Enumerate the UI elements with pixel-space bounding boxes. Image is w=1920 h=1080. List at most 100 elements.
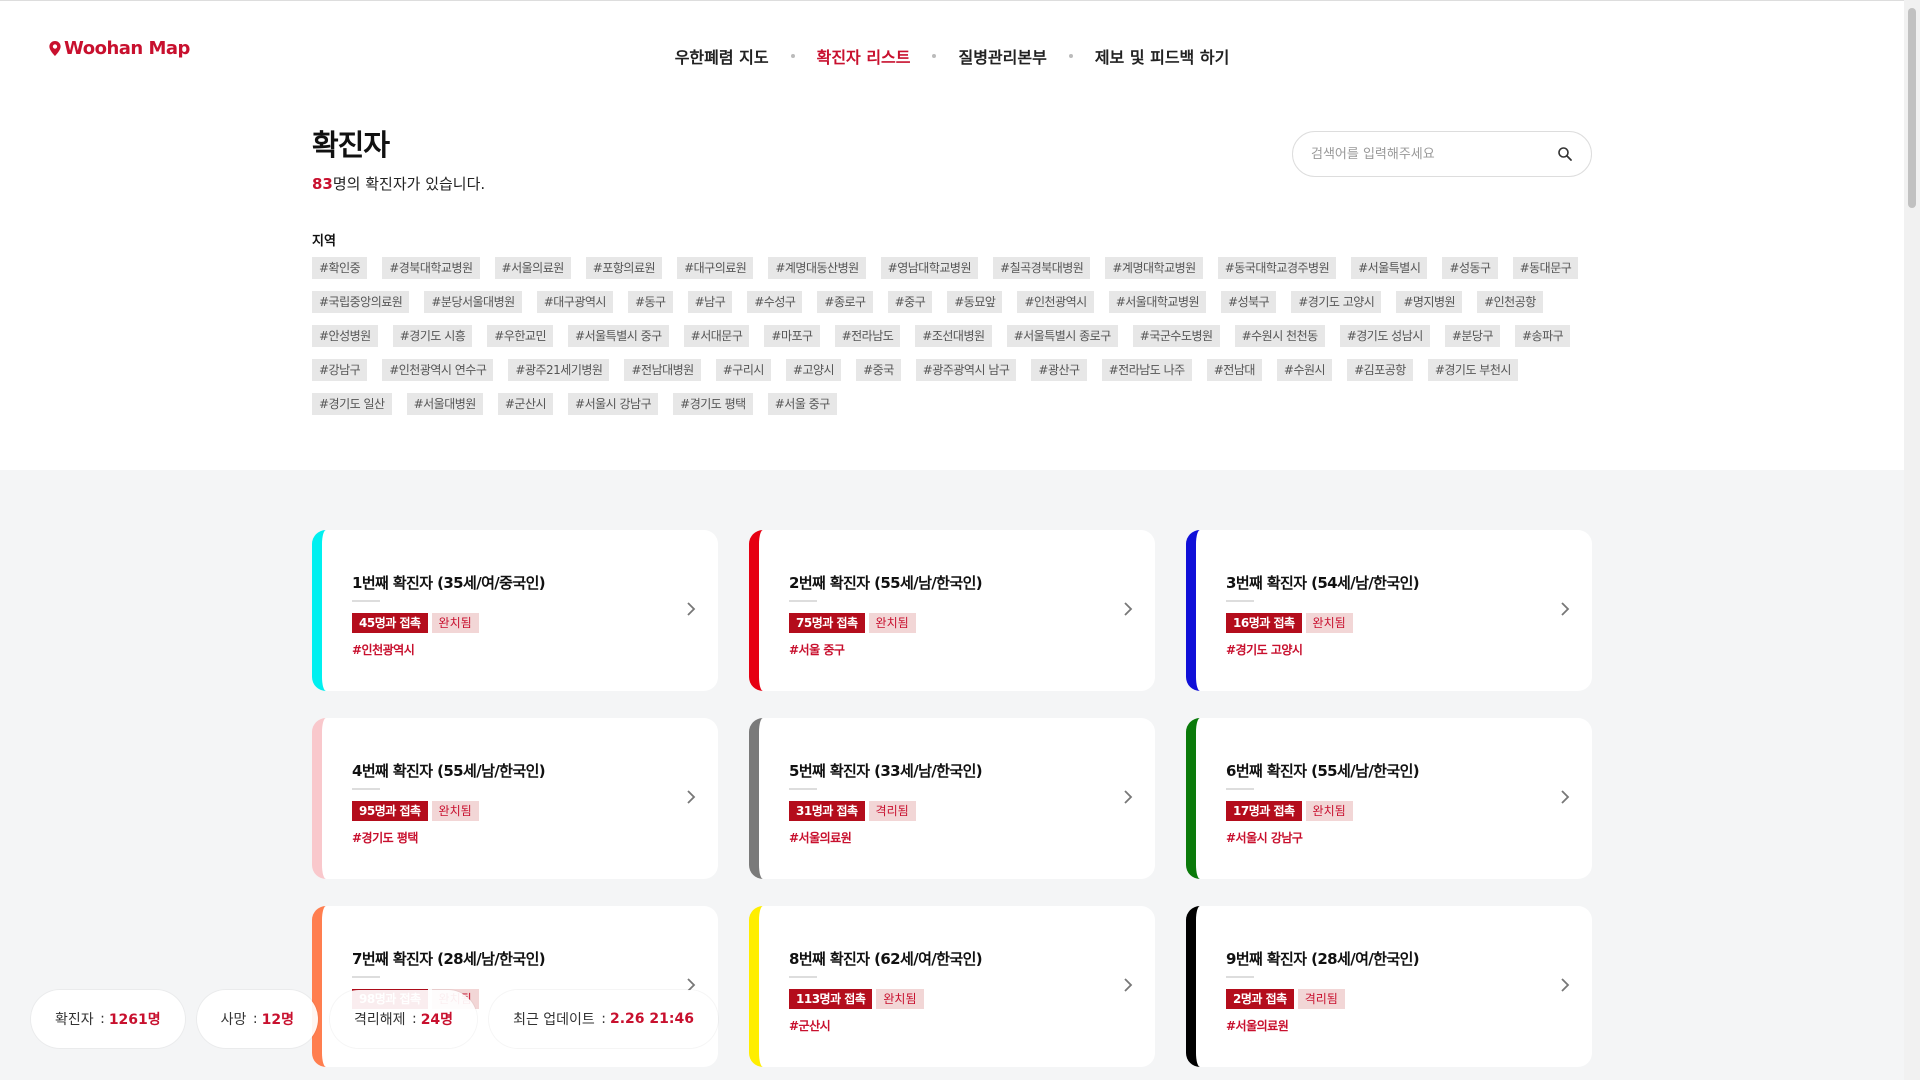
region-tag[interactable]: #성동구 [1442, 257, 1498, 279]
region-tag[interactable]: #대구광역시 [536, 291, 613, 313]
region-tag[interactable]: #수원시 [1276, 359, 1333, 381]
scrollbar[interactable] [1904, 0, 1920, 1080]
patient-region: #군산시 [789, 1019, 831, 1033]
region-tag[interactable]: #광산구 [1031, 359, 1087, 381]
region-tag[interactable]: #구리시 [715, 359, 771, 381]
region-tag[interactable]: #서울 중구 [767, 393, 837, 415]
patient-card[interactable]: 8번째 확진자 (62세/여/한국인) 113명과 접촉 완치됨 #군산시 [749, 906, 1155, 1067]
region-tag[interactable]: #서울대병원 [406, 393, 483, 415]
stat-released-value: 24명 [420, 1012, 454, 1028]
stat-death-value: 12명 [261, 1012, 294, 1028]
region-tag[interactable]: #서울특별시 종로구 [1006, 325, 1118, 347]
region-tag[interactable]: #계명대동산병원 [768, 257, 866, 279]
region-tag[interactable]: #서울의료원 [494, 257, 571, 279]
region-tag[interactable]: #전라남도 나주 [1101, 359, 1192, 381]
region-tag[interactable]: #고양시 [785, 359, 842, 381]
stat-updated-label: 최근 업데이트 [513, 1012, 595, 1028]
region-tag[interactable]: #경북대학교병원 [382, 257, 480, 279]
nav-feedback[interactable]: 제보 및 피드백 하기 [1095, 44, 1229, 68]
region-tag[interactable]: #광주광역시 남구 [915, 359, 1017, 381]
region-tag[interactable]: #국립중앙의료원 [312, 291, 410, 313]
chevron-right-icon [1561, 602, 1570, 616]
region-tag[interactable]: #종로구 [817, 291, 873, 313]
region-tag[interactable]: #경기도 시흥 [392, 325, 473, 347]
title-underline [1226, 976, 1254, 978]
patient-card[interactable]: 3번째 확진자 (54세/남/한국인) 16명과 접촉 완치됨 #경기도 고양시 [1186, 530, 1592, 691]
region-tag[interactable]: #동국대학교경주병원 [1217, 257, 1337, 279]
region-tag[interactable]: #서울특별시 중구 [568, 325, 669, 347]
region-tag[interactable]: #전남대 [1206, 359, 1262, 381]
patient-badges: 17명과 접촉 완치됨 [1226, 801, 1353, 821]
patient-count: 83명의 확진자가 있습니다. [312, 173, 485, 194]
stats-bar: 확진자 :1261명 사망 :12명 격리해제 :24명 최근 업데이트 :2.… [31, 990, 718, 1048]
region-tag[interactable]: #동구 [627, 291, 673, 313]
region-tag[interactable]: #포항의료원 [585, 257, 663, 279]
chevron-right-icon [1124, 602, 1133, 616]
region-tag[interactable]: #국군수도병원 [1132, 325, 1220, 347]
region-tag[interactable]: #우한교민 [487, 325, 554, 347]
region-tag[interactable]: #분당서울대병원 [424, 291, 522, 313]
region-tag[interactable]: #경기도 고양시 [1291, 291, 1382, 313]
patient-region: #서울의료원 [1226, 1019, 1289, 1033]
patient-card[interactable]: 5번째 확진자 (33세/남/한국인) 31명과 접촉 격리됨 #서울의료원 [749, 718, 1155, 879]
region-tag[interactable]: #전남대병원 [624, 359, 701, 381]
title-underline [789, 788, 817, 790]
patient-card[interactable]: 9번째 확진자 (28세/여/한국인) 2명과 접촉 격리됨 #서울의료원 [1186, 906, 1592, 1067]
region-tag[interactable]: #인천광역시 [1017, 291, 1094, 313]
region-tag[interactable]: #확인중 [312, 257, 368, 279]
patient-region: #서울의료원 [789, 831, 852, 845]
region-tag[interactable]: #중구 [887, 291, 933, 313]
region-tag[interactable]: #전라남도 [834, 325, 901, 347]
region-tag[interactable]: #칠곡경북대병원 [993, 257, 1091, 279]
region-tag[interactable]: #광주21세기병원 [508, 359, 610, 381]
scrollbar-thumb[interactable] [1908, 8, 1916, 208]
region-tag[interactable]: #경기도 부천시 [1427, 359, 1518, 381]
nav-map[interactable]: 우한폐렴 지도 [675, 44, 769, 68]
region-tag[interactable]: #서울대학교병원 [1108, 291, 1207, 313]
patient-section: 1번째 확진자 (35세/여/중국인) 45명과 접촉 완치됨 #인천광역시 2번째 확… [0, 470, 1904, 1080]
region-tag[interactable]: #마포구 [764, 325, 820, 347]
region-tag[interactable]: #중국 [856, 359, 901, 381]
nav-kcdc[interactable]: 질병관리본부 [958, 44, 1046, 68]
patient-title: 9번째 확진자 (28세/여/한국인) [1226, 950, 1420, 968]
region-tag[interactable]: #경기도 평택 [673, 393, 753, 415]
region-tag[interactable]: #김포공항 [1347, 359, 1413, 381]
region-tag[interactable]: #안성병원 [312, 325, 378, 347]
patient-region: #서울시 강남구 [1226, 831, 1303, 845]
region-tag[interactable]: #명지병원 [1396, 291, 1463, 313]
region-tag[interactable]: #분당구 [1444, 325, 1500, 347]
region-tag[interactable]: #대구의료원 [677, 257, 754, 279]
nav-patient-list[interactable]: 확진자 리스트 [817, 44, 911, 68]
region-tag[interactable]: #강남구 [312, 359, 368, 381]
region-tag[interactable]: #수원시 천천동 [1234, 325, 1325, 347]
patient-card[interactable]: 6번째 확진자 (55세/남/한국인) 17명과 접촉 완치됨 #서울시 강남구 [1186, 718, 1592, 879]
patient-count-text: 명의 확진자가 있습니다. [332, 175, 486, 193]
region-tag[interactable]: #동대문구 [1512, 257, 1579, 279]
patient-title: 7번째 확진자 (28세/남/한국인) [352, 950, 546, 968]
region-tag[interactable]: #조선대병원 [915, 325, 992, 347]
patient-card[interactable]: 1번째 확진자 (35세/여/중국인) 45명과 접촉 완치됨 #인천광역시 [312, 530, 718, 691]
region-tag[interactable]: #영남대학교병원 [880, 257, 979, 279]
region-tag[interactable]: #군산시 [497, 393, 554, 415]
patient-card[interactable]: 2번째 확진자 (55세/남/한국인) 75명과 접촉 완치됨 #서울 중구 [749, 530, 1155, 691]
region-tag[interactable]: #서대문구 [683, 325, 750, 347]
search-icon[interactable] [1557, 146, 1573, 162]
region-tag[interactable]: #성북구 [1221, 291, 1277, 313]
chevron-right-icon [1124, 790, 1133, 804]
region-tag[interactable]: #수성구 [747, 291, 803, 313]
region-tag[interactable]: #동묘앞 [947, 291, 1003, 313]
region-tag[interactable]: #송파구 [1515, 325, 1571, 347]
region-tag[interactable]: #경기도 성남시 [1339, 325, 1430, 347]
contact-badge: 95명과 접촉 [352, 801, 428, 821]
region-tag[interactable]: #계명대학교병원 [1105, 257, 1203, 279]
region-tag[interactable]: #인천공항 [1477, 291, 1543, 313]
chevron-right-icon [1561, 978, 1570, 992]
region-tag[interactable]: #경기도 일산 [312, 393, 392, 415]
region-tag[interactable]: #남구 [687, 291, 733, 313]
chevron-right-icon [1124, 978, 1133, 992]
region-tag[interactable]: #서울시 강남구 [568, 393, 659, 415]
region-tag[interactable]: #서울특별시 [1351, 257, 1428, 279]
region-tag[interactable]: #인천광역시 연수구 [382, 359, 494, 381]
search-input[interactable] [1311, 146, 1557, 162]
patient-card[interactable]: 4번째 확진자 (55세/남/한국인) 95명과 접촉 완치됨 #경기도 평택 [312, 718, 718, 879]
